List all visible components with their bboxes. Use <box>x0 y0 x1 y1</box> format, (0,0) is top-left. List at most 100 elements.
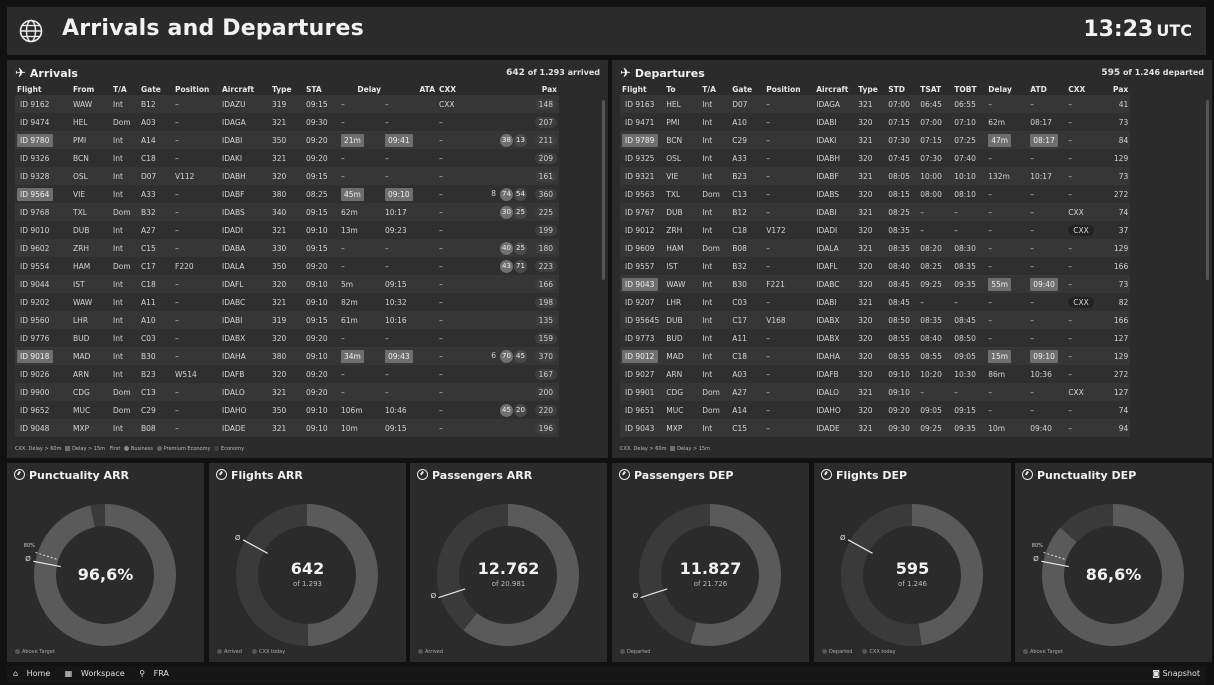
table-row[interactable]: ID 9773 BUD Int A11– IDABX 320 08:55 08:40 08:50… <box>620 329 1131 347</box>
column-header[interactable]: To <box>664 83 700 95</box>
column-header[interactable]: Pax <box>529 83 559 95</box>
column-header[interactable]: Type <box>856 83 886 95</box>
table-row[interactable]: ID 9326 BCN Int C18– IDAKI 321 09:20– – –209 <box>15 149 559 167</box>
column-header[interactable]: Type <box>270 83 304 95</box>
column-header[interactable]: Gate <box>730 83 764 95</box>
flight-number[interactable]: ID 9560 <box>17 314 52 327</box>
snapshot-button[interactable]: ◙ Snapshot <box>1152 669 1200 678</box>
table-row[interactable]: ID 9321 VIE Int B23– IDABF 321 08:05 10:00 10:10… <box>620 167 1131 185</box>
flight-number[interactable]: ID 9163 <box>622 98 657 111</box>
table-row[interactable]: ID 9012 ZRH Int C18 V172 IDADI 320 08:35– – – – CXX… <box>620 221 1131 239</box>
flight-number[interactable]: ID 9202 <box>17 296 52 309</box>
table-row[interactable]: ID 9474 HEL Dom A03– IDAGA 321 09:30– – –207 <box>15 113 559 131</box>
flight-number[interactable]: ID 9321 <box>622 170 657 183</box>
flight-number[interactable]: ID 9767 <box>622 206 657 219</box>
table-row[interactable]: ID 9018 MAD Int B30– IDAHA 380 09:10 34m 09:43–6… <box>15 347 559 365</box>
column-header[interactable]: TOBT <box>952 83 986 95</box>
table-row[interactable]: ID 9901 CDG Dom A27– IDALO 321 09:10– – – – CXX 127 <box>620 383 1131 401</box>
workspace-link[interactable]: ▦ Workspace <box>65 669 131 678</box>
flight-number[interactable]: ID 9027 <box>622 368 657 381</box>
column-header[interactable] <box>469 83 529 95</box>
table-row[interactable]: ID 9162 WAW Int B12– IDAZU 319 09:15– – CXX 148 <box>15 95 559 113</box>
flight-number[interactable]: ID 9048 <box>17 422 52 435</box>
table-row[interactable]: ID 9609 HAM Dom B08– IDALA 321 08:35 08:20 08:30… <box>620 239 1131 257</box>
table-row[interactable]: ID 95645 DUB Int C17 V168 IDABX 320 08:50 08:35 0… <box>620 311 1131 329</box>
flight-number[interactable]: ID 9554 <box>17 260 52 273</box>
table-row[interactable]: ID 9048 MXP Int B08– IDADE 321 09:10 10m 09:15–1… <box>15 419 559 437</box>
column-header[interactable]: Position <box>764 83 814 95</box>
flight-number[interactable]: ID 9776 <box>17 332 52 345</box>
table-row[interactable]: ID 9163 HEL Int D07– IDAGA 321 07:00 06:45 06:55… <box>620 95 1131 113</box>
flight-number[interactable]: ID 9012 <box>622 224 657 237</box>
flight-number[interactable]: ID 9789 <box>622 133 658 147</box>
column-header[interactable]: Delay <box>339 83 383 95</box>
flight-number[interactable]: ID 9018 <box>17 349 53 363</box>
flight-number[interactable]: ID 9564 <box>17 187 53 201</box>
flight-number[interactable]: ID 9768 <box>17 206 52 219</box>
column-header[interactable]: From <box>71 83 111 95</box>
column-header[interactable]: Gate <box>139 83 173 95</box>
flight-number[interactable]: ID 9012 <box>622 349 658 363</box>
column-header[interactable]: Pax <box>1104 83 1130 95</box>
flight-number[interactable]: ID 9044 <box>17 278 52 291</box>
flight-number[interactable]: ID 9602 <box>17 242 52 255</box>
flight-number[interactable]: ID 9557 <box>622 260 657 273</box>
table-row[interactable]: ID 9563 TXL Dom C13– IDABS 320 08:15 08:00 08:10… <box>620 185 1131 203</box>
table-row[interactable]: ID 9602 ZRH Int C15– IDABA 330 09:15– – –40 25 180 <box>15 239 559 257</box>
table-row[interactable]: ID 9010 DUB Int A27– IDADI 321 09:10 13m 09:23–1… <box>15 221 559 239</box>
flight-number[interactable]: ID 9471 <box>622 116 657 129</box>
table-row[interactable]: ID 9471 PMI Int A10– IDABI 320 07:15 07:00 07:10… <box>620 113 1131 131</box>
column-header[interactable]: Aircraft <box>220 83 270 95</box>
table-row[interactable]: ID 9012 MAD Int C18– IDAHA 320 08:55 08:55 09:05… <box>620 347 1131 365</box>
table-row[interactable]: ID 9044 IST Int C18– IDAFL 320 09:10 5m 09:15–16… <box>15 275 559 293</box>
table-row[interactable]: ID 9557 IST Int B32– IDAFL 320 08:40 08:25 08:35… <box>620 257 1131 275</box>
column-header[interactable]: TSAT <box>918 83 952 95</box>
flight-number[interactable]: ID 9026 <box>17 368 52 381</box>
table-row[interactable]: ID 9043 MXP Int C15– IDADE 321 09:30 09:25 09:35… <box>620 419 1131 437</box>
column-header[interactable]: ATA <box>383 83 437 95</box>
column-header[interactable]: STD <box>886 83 918 95</box>
table-row[interactable]: ID 9026 ARN Int B23 W514 IDAFB 320 09:20– – –167 <box>15 365 559 383</box>
table-row[interactable]: ID 9780 PMI Int A14– IDABI 350 09:20 21m 09:41–3… <box>15 131 559 149</box>
table-row[interactable]: ID 9560 LHR Int A10– IDABI 319 09:15 61m 10:16–1… <box>15 311 559 329</box>
flight-number[interactable]: ID 9474 <box>17 116 52 129</box>
flight-number[interactable]: ID 9651 <box>622 404 657 417</box>
flight-number[interactable]: ID 9326 <box>17 152 52 165</box>
table-row[interactable]: ID 9027 ARN Int A03– IDAFB 320 09:10 10:20 10:30… <box>620 365 1131 383</box>
flight-number[interactable]: ID 9900 <box>17 386 52 399</box>
column-header[interactable]: CXX <box>437 83 469 95</box>
flight-number[interactable]: ID 9043 <box>622 422 657 435</box>
column-header[interactable]: Aircraft <box>814 83 856 95</box>
departures-scrollbar[interactable] <box>1206 100 1209 280</box>
flight-number[interactable]: ID 9328 <box>17 170 52 183</box>
arrivals-scrollbar[interactable] <box>602 100 605 280</box>
flight-number[interactable]: ID 9325 <box>622 152 657 165</box>
flight-number[interactable]: ID 9652 <box>17 404 52 417</box>
table-row[interactable]: ID 9207 LHR Int C03– IDABI 321 08:45– – – – CXX 82 <box>620 293 1131 311</box>
column-header[interactable]: T/A <box>700 83 730 95</box>
column-header[interactable]: Position <box>173 83 220 95</box>
table-row[interactable]: ID 9768 TXL Dom B32– IDABS 340 09:15 62m 10:17–3… <box>15 203 559 221</box>
table-row[interactable]: ID 9767 DUB Int B12– IDABI 321 08:25– – – – CXX 74 <box>620 203 1131 221</box>
table-row[interactable]: ID 9776 BUD Int C03– IDABX 320 09:20– – –159 <box>15 329 559 347</box>
table-row[interactable]: ID 9789 BCN Int C29– IDAKI 321 07:30 07:15 07:25… <box>620 131 1131 149</box>
column-header[interactable]: STA <box>304 83 339 95</box>
flight-number[interactable]: ID 9773 <box>622 332 657 345</box>
table-row[interactable]: ID 9043 WAW Int B30 F221 IDABC 320 08:45 09:25 09… <box>620 275 1131 293</box>
table-row[interactable]: ID 9652 MUC Dom C29– IDAHO 350 09:10 106m 10:46–… <box>15 401 559 419</box>
flight-number[interactable]: ID 9563 <box>622 188 657 201</box>
column-header[interactable]: Flight <box>15 83 71 95</box>
location-link[interactable]: ⚲ FRA <box>139 669 175 678</box>
table-row[interactable]: ID 9900 CDG Dom C13– IDALO 321 09:20– – –200 <box>15 383 559 401</box>
flight-number[interactable]: ID 9207 <box>622 296 657 309</box>
table-row[interactable]: ID 9651 MUC Dom A14– IDAHO 320 09:20 09:05 09:15… <box>620 401 1131 419</box>
flight-number[interactable]: ID 9162 <box>17 98 52 111</box>
home-link[interactable]: ⌂ Home <box>13 669 56 678</box>
table-row[interactable]: ID 9564 VIE Int A33– IDABF 380 08:25 45m 09:10–8… <box>15 185 559 203</box>
column-header[interactable]: Delay <box>986 83 1028 95</box>
flight-number[interactable]: ID 9901 <box>622 386 657 399</box>
flight-number[interactable]: ID 9609 <box>622 242 657 255</box>
table-row[interactable]: ID 9202 WAW Int A11– IDABC 321 09:10 82m 10:32–1… <box>15 293 559 311</box>
column-header[interactable]: Flight <box>620 83 664 95</box>
flight-number[interactable]: ID 95645 <box>622 314 662 327</box>
